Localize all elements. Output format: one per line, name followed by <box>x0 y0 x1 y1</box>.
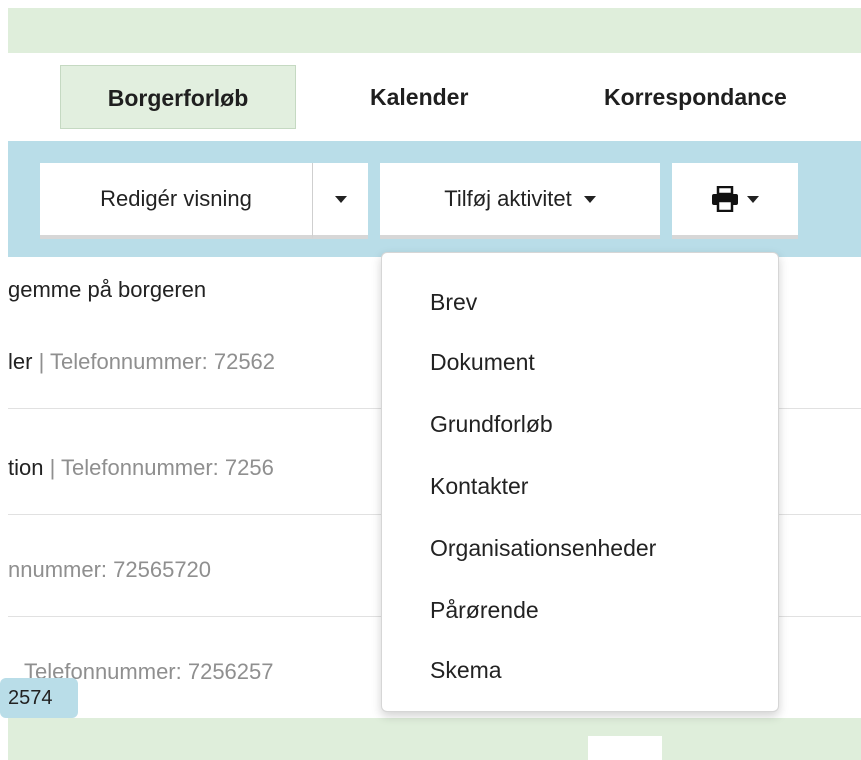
menu-item-brev[interactable]: Brev <box>430 289 477 316</box>
menu-item-organisationsenheder[interactable]: Organisationsenheder <box>430 535 656 562</box>
menu-item-skema[interactable]: Skema <box>430 657 502 684</box>
main-tabs: Borgerforløb Kalender Korrespondance <box>0 53 861 141</box>
tilfoej-aktivitet-menu: Brev Dokument Grundforløb Kontakter Orga… <box>381 252 779 712</box>
bottom-tab[interactable] <box>588 736 662 760</box>
tab-kalender[interactable]: Kalender <box>370 65 468 129</box>
caret-down-icon <box>334 195 347 203</box>
tilfoej-aktivitet-button[interactable]: Tilføj aktivitet <box>380 163 660 239</box>
rediger-visning-dropdown-button[interactable] <box>312 163 368 239</box>
menu-item-paaroerende[interactable]: Pårørende <box>430 597 539 624</box>
caret-down-icon <box>747 195 759 203</box>
phone-badge: 2574 <box>0 678 78 718</box>
tab-borgerforloeb[interactable]: Borgerforløb <box>60 65 296 129</box>
tilfoej-aktivitet-label: Tilføj aktivitet <box>444 186 572 211</box>
rediger-visning-button[interactable]: Redigér visning <box>40 163 312 239</box>
print-button[interactable] <box>672 163 798 239</box>
bottom-strip <box>8 718 861 760</box>
menu-item-dokument[interactable]: Dokument <box>430 349 535 376</box>
menu-item-grundforloeb[interactable]: Grundforløb <box>430 411 553 438</box>
toolbar: Redigér visning Tilføj aktivitet <box>8 141 861 257</box>
rediger-visning-label: Redigér visning <box>100 186 252 211</box>
menu-item-kontakter[interactable]: Kontakter <box>430 473 528 500</box>
print-icon <box>711 185 739 213</box>
caret-down-icon <box>583 195 596 203</box>
top-header-strip <box>8 8 861 53</box>
tab-korrespondance[interactable]: Korrespondance <box>604 65 787 129</box>
